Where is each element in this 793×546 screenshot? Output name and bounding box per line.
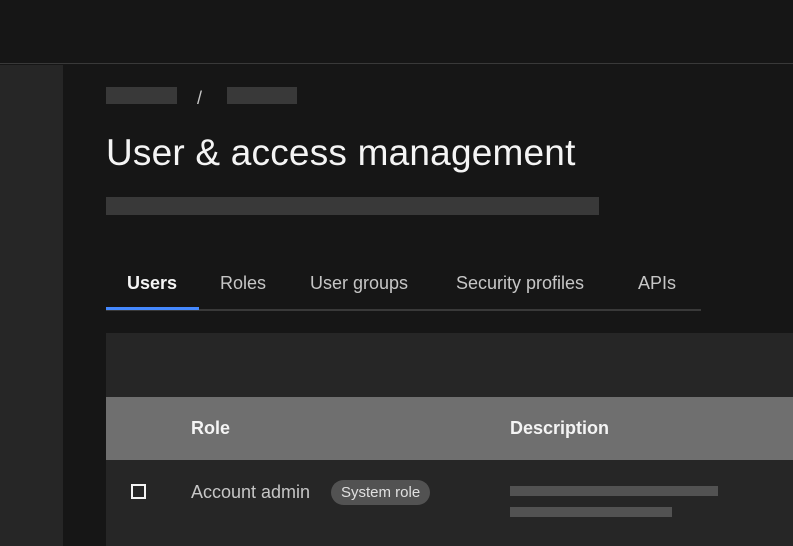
main-content: / User & access management Users Roles U… xyxy=(63,65,793,546)
tab-user-groups[interactable]: User groups xyxy=(310,273,408,294)
tab-list: Users Roles User groups Security profile… xyxy=(106,269,701,311)
table-header: Role Description xyxy=(106,397,793,460)
table-toolbar xyxy=(106,333,793,397)
top-header-bar xyxy=(0,0,793,64)
column-header-role[interactable]: Role xyxy=(191,418,230,439)
side-navigation xyxy=(0,65,63,546)
column-header-description[interactable]: Description xyxy=(510,418,609,439)
description-placeholder-line xyxy=(510,486,718,496)
page-description-placeholder xyxy=(106,197,599,215)
breadcrumb-separator: / xyxy=(197,88,203,108)
breadcrumb-item-placeholder[interactable] xyxy=(227,87,297,104)
tab-users[interactable]: Users xyxy=(127,273,177,294)
row-select-checkbox[interactable] xyxy=(131,484,146,499)
role-name: Account admin xyxy=(191,482,311,502)
tab-apis[interactable]: APIs xyxy=(638,273,676,294)
breadcrumb-item-placeholder[interactable] xyxy=(106,87,177,104)
tab-security-profiles[interactable]: Security profiles xyxy=(456,273,584,294)
table-row[interactable]: Account admin System role xyxy=(106,460,793,546)
page-title: User & access management xyxy=(106,132,576,173)
active-tab-indicator xyxy=(106,307,199,310)
status-badge: System role xyxy=(331,480,431,505)
tab-roles[interactable]: Roles xyxy=(220,273,266,294)
description-placeholder-line xyxy=(510,507,672,517)
